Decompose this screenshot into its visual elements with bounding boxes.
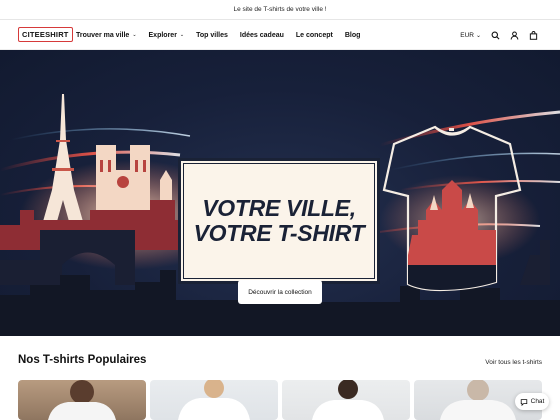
- nav-item-le-concept[interactable]: Le concept: [296, 32, 333, 39]
- headline-card: VOTRE VILLE, VOTRE T-SHIRT: [178, 158, 380, 284]
- nav-item-idees-cadeau[interactable]: Idées cadeau: [240, 32, 284, 39]
- nav-label: Explorer: [148, 31, 177, 39]
- chevron-down-icon: ⌄: [132, 32, 137, 38]
- logo-text: CITEESHIRT: [22, 30, 69, 39]
- section-title: Nos T-shirts Populaires: [18, 354, 147, 366]
- product-card[interactable]: [150, 380, 278, 420]
- nav-item-explorer[interactable]: Explorer ⌄: [149, 32, 185, 39]
- currency-label: EUR: [460, 31, 474, 39]
- chevron-down-icon: ⌄: [179, 32, 185, 38]
- chevron-down-icon: ⌄: [475, 32, 481, 39]
- hero-headline-line1: VOTRE VILLE,: [202, 195, 356, 221]
- cart-icon[interactable]: [529, 30, 538, 40]
- header-tools: EUR ⌄: [460, 20, 538, 50]
- model-tshirt-shape: [178, 380, 250, 420]
- view-all-link[interactable]: Voir tous les t-shirts: [485, 359, 542, 366]
- account-icon[interactable]: [510, 30, 519, 40]
- product-card[interactable]: [282, 380, 410, 420]
- announcement-text: Le site de T-shirts de votre ville !: [233, 6, 327, 13]
- model-tshirt-shape: [312, 380, 384, 420]
- main-nav: Trouver ma ville ⌄ Explorer ⌄ Top villes…: [76, 20, 360, 50]
- site-logo[interactable]: CITEESHIRT: [18, 27, 73, 42]
- nav-label: Idées cadeau: [239, 31, 284, 39]
- chat-icon: [520, 398, 527, 406]
- nav-label: Top villes: [196, 31, 228, 39]
- chat-label: Chat: [530, 398, 545, 405]
- announcement-bar: Le site de T-shirts de votre ville !: [0, 0, 560, 20]
- nav-label: Le concept: [295, 31, 333, 39]
- discover-collection-button[interactable]: Découvrir la collection: [238, 280, 322, 304]
- nav-item-top-villes[interactable]: Top villes: [196, 32, 228, 39]
- nav-item-trouver-ma-ville[interactable]: Trouver ma ville ⌄: [76, 32, 137, 39]
- chat-button[interactable]: Chat: [515, 393, 549, 410]
- nav-label: Blog: [344, 31, 361, 39]
- currency-selector[interactable]: EUR ⌄: [460, 32, 481, 39]
- product-grid: [18, 380, 542, 420]
- model-tshirt-shape: [48, 380, 116, 420]
- site-header: CITEESHIRT Trouver ma ville ⌄ Explorer ⌄…: [0, 20, 560, 50]
- product-card[interactable]: [18, 380, 146, 420]
- hero-headline-line2: VOTRE T-SHIRT: [193, 220, 365, 246]
- search-icon[interactable]: [491, 31, 500, 40]
- nav-label: Trouver ma ville: [76, 31, 130, 39]
- nav-item-blog[interactable]: Blog: [345, 32, 361, 39]
